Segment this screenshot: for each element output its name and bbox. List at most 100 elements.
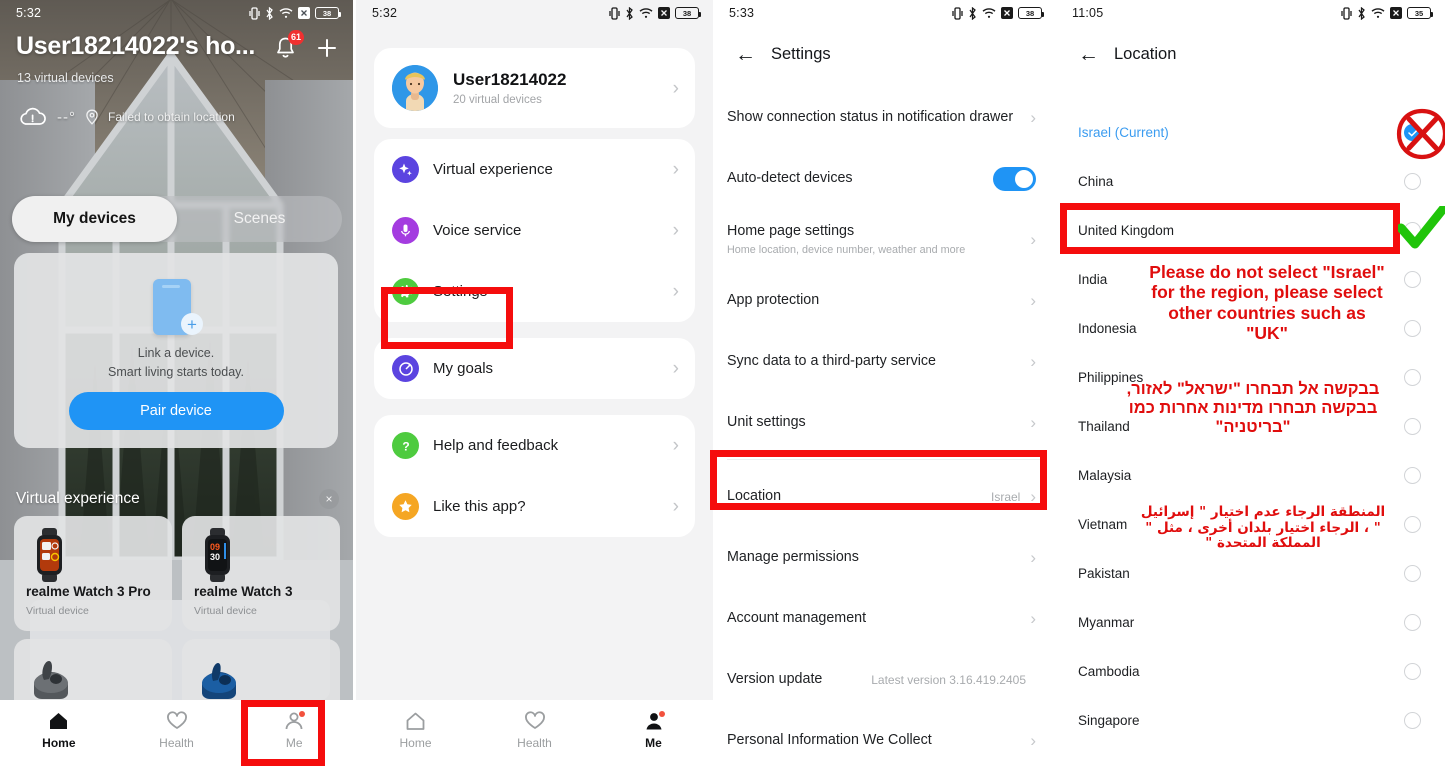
green-check-mark <box>1398 206 1445 249</box>
statusbar-time: 5:32 <box>16 6 42 20</box>
nav-item-health[interactable]: Health <box>475 711 594 750</box>
radio-icon[interactable] <box>1404 418 1421 435</box>
link-device-card: + Link a device. Smart living starts tod… <box>14 253 338 448</box>
tab-my-devices[interactable]: My devices <box>12 196 177 242</box>
tab-scenes[interactable]: Scenes <box>177 196 342 242</box>
radio-icon[interactable] <box>1404 663 1421 680</box>
country-row-singapore[interactable]: Singapore <box>1056 696 1445 745</box>
settings-row-label: Manage permissions <box>727 548 859 565</box>
back-arrow-icon[interactable]: ← <box>1078 44 1099 65</box>
bluetooth-icon <box>969 6 976 20</box>
nav-item-home[interactable]: Home <box>356 711 475 750</box>
earbuds-icon <box>202 663 236 699</box>
wifi-icon <box>1371 8 1385 18</box>
battery-icon: 38 <box>315 7 341 19</box>
country-row-cambodia[interactable]: Cambodia <box>1056 647 1445 696</box>
home-device-count: 13 virtual devices <box>17 71 114 85</box>
battery-icon: 35 <box>1407 7 1433 19</box>
wifi-icon <box>639 8 653 18</box>
target-icon <box>392 355 419 382</box>
close-icon[interactable]: × <box>319 489 339 509</box>
settings-row-label: Personal Information We Collect <box>727 731 932 748</box>
nav-item-home[interactable]: Home <box>0 711 118 750</box>
x-badge-icon <box>298 7 310 19</box>
radio-icon[interactable] <box>1404 565 1421 582</box>
radio-icon[interactable] <box>1404 614 1421 631</box>
radio-icon[interactable] <box>1404 271 1421 288</box>
settings-row-location[interactable]: Location Israel › <box>713 466 1056 527</box>
settings-row-manage-permissions[interactable]: Manage permissions › <box>713 527 1056 588</box>
nav-item-me[interactable]: Me <box>594 711 713 750</box>
menu-group-3: ? Help and feedback › Like this app? › <box>374 415 695 537</box>
nav-label: Home <box>42 736 76 750</box>
country-row-united-kingdom[interactable]: United Kingdom <box>1056 206 1445 255</box>
radio-icon[interactable] <box>1404 467 1421 484</box>
statusbar-panel3: 5:33 38 <box>713 0 1056 26</box>
statusbar-panel4: 11:05 35 <box>1056 0 1445 26</box>
settings-row-label: Home page settings <box>727 223 855 240</box>
radio-icon[interactable] <box>1404 712 1421 729</box>
profile-card[interactable]: User18214022 20 virtual devices › <box>374 48 695 128</box>
back-arrow-icon[interactable]: ← <box>735 44 756 65</box>
menu-item-label: My goals <box>433 360 494 377</box>
nav-item-health[interactable]: Health <box>118 711 236 750</box>
settings-row-show-connection-status[interactable]: Show connection status in notification d… <box>713 87 1056 148</box>
menu-item-like-this-app[interactable]: Like this app? › <box>374 476 695 537</box>
radio-icon[interactable] <box>1404 369 1421 386</box>
country-row-pakistan[interactable]: Pakistan <box>1056 549 1445 598</box>
bluetooth-icon <box>266 6 273 20</box>
device-name: realme Watch 3 Pro <box>26 584 151 599</box>
earbuds-icon <box>34 661 68 699</box>
page-title: Location <box>1114 45 1177 63</box>
settings-row-account-management[interactable]: Account management › <box>713 588 1056 649</box>
plus-icon <box>318 39 336 57</box>
device-card[interactable]: 09 30 realme Watch 3 Virtual device <box>182 516 340 631</box>
bluetooth-icon <box>1358 6 1365 20</box>
heart-icon <box>524 711 545 729</box>
menu-item-label: Virtual experience <box>433 161 553 178</box>
menu-item-settings[interactable]: Settings › <box>374 261 695 322</box>
country-row-china[interactable]: China <box>1056 157 1445 206</box>
menu-item-help-and-feedback[interactable]: ? Help and feedback › <box>374 415 695 476</box>
statusbar-panel2: 5:32 38 <box>356 0 713 26</box>
radio-icon[interactable] <box>1404 173 1421 190</box>
settings-list: Show connection status in notification d… <box>713 87 1056 771</box>
radio-icon[interactable] <box>1404 320 1421 337</box>
location-status-text: Failed to obtain location <box>108 110 235 124</box>
add-device-button[interactable] <box>315 36 339 65</box>
annotation-text-arabic: المنطقة الرجاء عدم اختيار " إسرائيل " ، … <box>1140 504 1386 552</box>
chevron-right-icon: › <box>1030 351 1036 371</box>
menu-item-my-goals[interactable]: My goals › <box>374 338 695 399</box>
country-row-malaysia[interactable]: Malaysia <box>1056 451 1445 500</box>
annotation-text-english: Please do not select "Israel" for the re… <box>1149 262 1385 343</box>
country-label: Indonesia <box>1078 321 1137 336</box>
chevron-right-icon: › <box>1030 547 1036 567</box>
device-card[interactable]: realme Watch 3 Pro Virtual device <box>14 516 172 631</box>
menu-item-voice-service[interactable]: Voice service › <box>374 200 695 261</box>
device-subtitle: Virtual device <box>26 605 89 617</box>
link-device-line1: Link a device. <box>137 346 215 360</box>
notifications-button[interactable]: 61 <box>274 30 304 65</box>
settings-row-auto-detect-devices[interactable]: Auto-detect devices <box>713 148 1056 209</box>
circled-x-mark <box>1396 108 1445 160</box>
statusbar-time: 5:32 <box>372 6 398 20</box>
settings-row-app-protection[interactable]: App protection › <box>713 270 1056 331</box>
pair-device-button[interactable]: Pair device <box>68 392 284 430</box>
settings-row-sync-data[interactable]: Sync data to a third-party service › <box>713 331 1056 392</box>
home-icon <box>50 713 68 729</box>
radio-icon[interactable] <box>1404 516 1421 533</box>
settings-row-unit-settings[interactable]: Unit settings › <box>713 392 1056 453</box>
microphone-icon <box>392 217 419 244</box>
wifi-icon <box>982 8 996 18</box>
home-tab-switcher[interactable]: My devices Scenes <box>12 196 342 242</box>
auto-detect-toggle[interactable] <box>993 166 1036 191</box>
menu-item-virtual-experience[interactable]: Virtual experience › <box>374 139 695 200</box>
nav-item-me[interactable]: Me <box>235 711 353 750</box>
settings-row-version-update[interactable]: Version update Latest version 3.16.419.2… <box>713 649 1056 710</box>
settings-row-personal-information-collect[interactable]: Personal Information We Collect › <box>713 710 1056 771</box>
settings-row-home-page-settings[interactable]: Home page settings Home location, device… <box>713 209 1056 270</box>
country-row-israel[interactable]: Israel (Current) <box>1056 108 1445 157</box>
x-badge-icon <box>1001 7 1013 19</box>
country-row-myanmar[interactable]: Myanmar <box>1056 598 1445 647</box>
weather-strip[interactable]: --° Failed to obtain location <box>18 104 235 130</box>
